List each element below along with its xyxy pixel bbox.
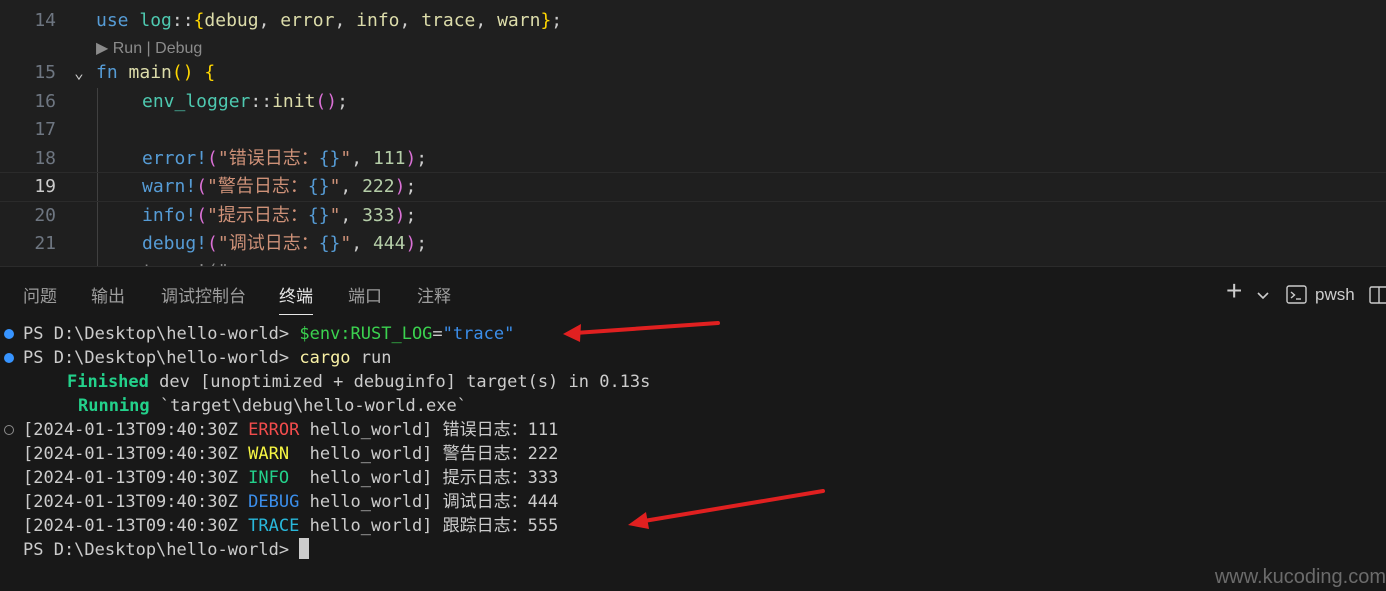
- code-text: use log::{debug, error, info, trace, war…: [96, 10, 563, 31]
- code-text: fn main() {: [96, 62, 216, 83]
- run-debug-codelens[interactable]: ▶ Run | Debug: [96, 37, 202, 61]
- terminal-line-running: Running `target\debug\hello-world.exe`: [78, 396, 467, 416]
- log-level: TRACE: [248, 516, 300, 536]
- line-number: 17: [34, 119, 56, 140]
- tab-ports[interactable]: 端口: [348, 285, 382, 309]
- line-number: 16: [34, 91, 56, 112]
- terminal-line-finished: Finished dev [unoptimized + debuginfo] t…: [67, 372, 651, 392]
- terminal-line-command-1: PS D:\Desktop\hello-world> $env:RUST_LOG…: [23, 324, 515, 344]
- watermark: www.kucoding.com: [1214, 566, 1386, 588]
- code-text: info!("提示日志：{}", 333);: [142, 205, 417, 226]
- command-success-dot-icon[interactable]: [4, 353, 14, 363]
- line-number: 15: [34, 62, 56, 83]
- terminal-shell-name[interactable]: pwsh: [1315, 283, 1355, 307]
- code-line-16[interactable]: 16 env_logger::init();: [0, 88, 1386, 116]
- log-line: [2024-01-13T09:40:30Z WARN hello_world] …: [23, 444, 559, 464]
- new-terminal-plus-icon[interactable]: +: [1226, 277, 1242, 305]
- log-line: [2024-01-13T09:40:30Z INFO hello_world] …: [23, 468, 559, 488]
- code-line-14[interactable]: 14 use log::{debug, error, info, trace, …: [0, 7, 1386, 35]
- fold-chevron-down-icon[interactable]: ⌄: [68, 59, 90, 87]
- log-line: [2024-01-13T09:40:30Z TRACE hello_world]…: [23, 516, 559, 536]
- tab-debug-console[interactable]: 调试控制台: [161, 285, 246, 309]
- line-number: 14: [34, 10, 56, 31]
- log-level: DEBUG: [248, 492, 300, 512]
- command-success-dot-icon[interactable]: [4, 329, 14, 339]
- code-line-partial: trace!(": [0, 258, 1386, 266]
- code-line-18[interactable]: 18 error!("错误日志：{}", 111);: [0, 145, 1386, 173]
- tab-comments[interactable]: 注释: [417, 285, 451, 309]
- terminal-line-prompt[interactable]: PS D:\Desktop\hello-world>: [23, 538, 310, 562]
- code-line-17[interactable]: 17: [0, 116, 1386, 144]
- prompt: PS D:\Desktop\hello-world>: [23, 324, 290, 344]
- code-line-19[interactable]: 19 warn!("警告日志：{}", 222);: [0, 172, 1386, 202]
- log-line: [2024-01-13T09:40:30Z DEBUG hello_world]…: [23, 492, 559, 512]
- tab-output[interactable]: 输出: [91, 285, 125, 309]
- log-level: INFO: [248, 468, 300, 488]
- split-terminal-icon[interactable]: [1368, 283, 1386, 314]
- line-number: 19: [34, 176, 56, 197]
- env-variable: $env:RUST_LOG: [299, 324, 433, 344]
- terminal-cursor: [299, 538, 310, 559]
- line-number: 18: [34, 148, 56, 169]
- terminal-shell-icon[interactable]: [1285, 283, 1309, 314]
- code-text: error!("错误日志：{}", 111);: [142, 148, 428, 169]
- tab-terminal[interactable]: 终端: [279, 285, 313, 315]
- command-running-circle-icon[interactable]: [4, 425, 14, 435]
- terminal-line-command-2: PS D:\Desktop\hello-world> cargo run: [23, 348, 392, 368]
- tab-problems[interactable]: 问题: [23, 285, 57, 309]
- line-number: 21: [34, 233, 56, 254]
- log-level: WARN: [248, 444, 300, 464]
- code-editor[interactable]: 14 use log::{debug, error, info, trace, …: [0, 0, 1386, 266]
- code-line-15[interactable]: 15 ⌄ fn main() {: [0, 59, 1386, 87]
- log-line: [2024-01-13T09:40:30Z ERROR hello_world]…: [23, 420, 559, 440]
- log-level: ERROR: [248, 420, 300, 440]
- code-text: debug!("调试日志：{}", 444);: [142, 233, 428, 254]
- code-text: warn!("警告日志：{}", 222);: [142, 176, 417, 197]
- command-name: cargo: [299, 348, 351, 368]
- code-line-21[interactable]: 21 debug!("调试日志：{}", 444);: [0, 230, 1386, 258]
- env-value: "trace": [442, 324, 515, 344]
- line-number: 20: [34, 205, 56, 226]
- terminal-dropdown-chevron-icon[interactable]: [1256, 283, 1270, 314]
- code-line-20[interactable]: 20 info!("提示日志：{}", 333);: [0, 202, 1386, 230]
- annotation-arrow-2: [628, 489, 825, 529]
- code-text: env_logger::init();: [142, 91, 348, 112]
- annotation-arrow-1: [563, 321, 720, 342]
